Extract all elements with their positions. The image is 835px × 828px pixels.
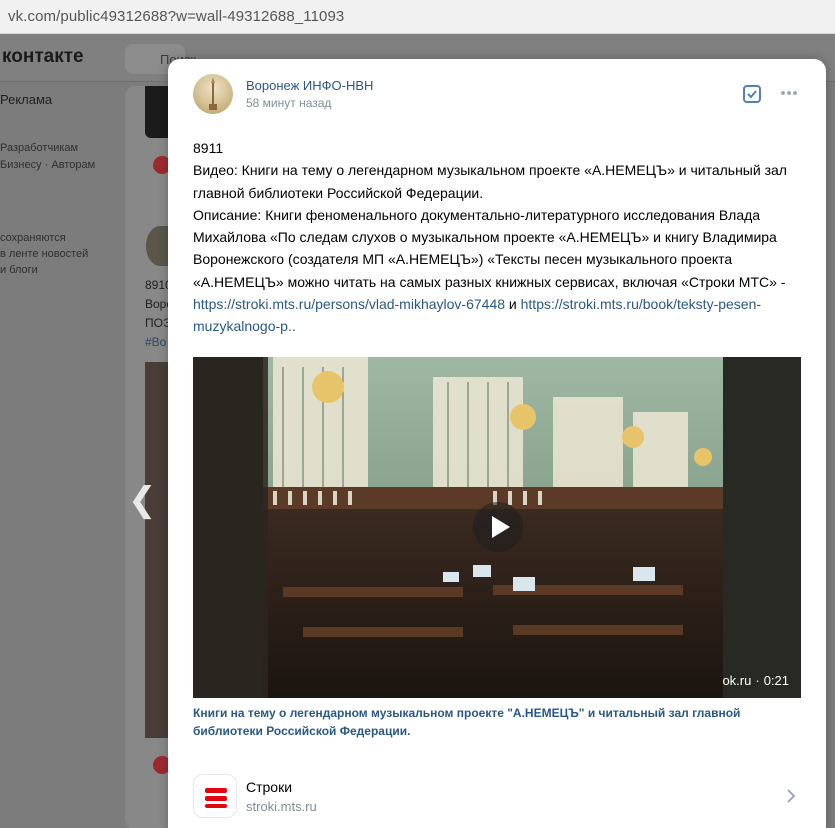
video-caption[interactable]: Книги на тему о легендарном музыкальном … xyxy=(193,704,793,740)
post-time[interactable]: 58 минут назад xyxy=(246,96,331,110)
video-player[interactable]: ok.ru · 0:21 xyxy=(193,357,801,698)
sidebar-footer-links: Разработчикам Бизнесу · Авторам xyxy=(0,140,95,174)
play-icon xyxy=(492,516,510,538)
post-video-line: Видео: Книги на тему о легендарном музык… xyxy=(193,162,787,201)
post-modal: Воронеж ИНФО-НВН 58 минут назад 8911 Вид… xyxy=(168,59,826,828)
check-icon[interactable] xyxy=(742,84,762,104)
footer-link: Бизнесу · Авторам xyxy=(0,159,96,171)
community-avatar[interactable] xyxy=(193,74,233,114)
post-id-line: 8911 xyxy=(193,140,224,156)
video-meta: ok.ru · 0:21 xyxy=(722,673,789,688)
link-separator: и xyxy=(505,296,521,313)
post-author[interactable]: Воронеж ИНФО-НВН xyxy=(246,78,373,93)
stroki-logo-icon xyxy=(193,774,237,818)
browser-address-bar[interactable]: vk.com/public49312688?w=wall-49312688_11… xyxy=(0,0,835,34)
post-text: 8911 Видео: Книги на тему о легендарном … xyxy=(193,137,808,338)
chevron-right-icon xyxy=(787,789,796,803)
vk-logo: контакте xyxy=(2,46,84,67)
more-icon[interactable] xyxy=(779,85,799,101)
link-snippet[interactable]: Строки stroki.mts.ru xyxy=(193,772,803,822)
note-line: в ленте новостей xyxy=(0,248,89,260)
address-url[interactable]: vk.com/public49312688?w=wall-49312688_11… xyxy=(8,8,344,25)
link-domain: stroki.mts.ru xyxy=(246,799,317,814)
sidebar-note: сохраняются в ленте новостей и блоги xyxy=(0,230,88,278)
note-line: сохраняются xyxy=(0,232,66,244)
video-duration: 0:21 xyxy=(763,673,789,688)
link-title: Строки xyxy=(246,779,293,795)
sidebar-item-ads: Реклама xyxy=(0,92,53,107)
prev-post-arrow-icon[interactable]: ❮ xyxy=(128,480,157,520)
description-text: Описание: Книги феноменального документа… xyxy=(193,206,786,290)
footer-link: Разработчикам xyxy=(0,142,79,154)
note-line: и блоги xyxy=(0,264,38,276)
play-button[interactable] xyxy=(473,502,523,552)
video-source: ok.ru xyxy=(722,673,752,688)
post-link-1[interactable]: https://stroki.mts.ru/persons/vlad-mikha… xyxy=(193,296,505,312)
post-description: Описание: Книги феноменального документа… xyxy=(193,204,808,338)
